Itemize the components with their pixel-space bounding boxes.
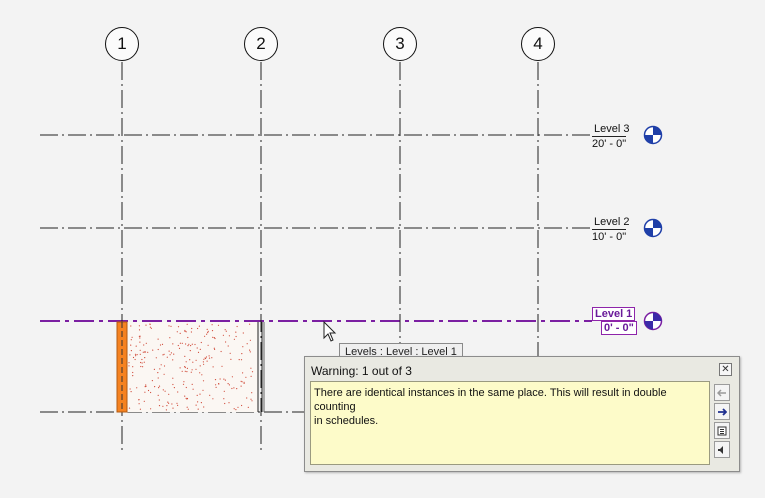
floor-region[interactable]	[127, 322, 265, 412]
level-2-marker-icon[interactable]	[643, 218, 663, 238]
show-elements-button[interactable]	[714, 422, 730, 439]
level-3-elevation[interactable]: 20' - 0"	[592, 136, 627, 150]
sound-icon	[718, 445, 723, 454]
level-1-name[interactable]: Level 1	[592, 307, 636, 321]
grid-label-2: 2	[256, 34, 266, 53]
level-2-elevation[interactable]: 10' - 0"	[592, 229, 627, 243]
next-warning-button[interactable]	[714, 403, 730, 420]
grid-bubble-1[interactable]: 1	[105, 27, 139, 61]
warning-message: There are identical instances in the sam…	[310, 381, 710, 465]
grid-label-4: 4	[533, 34, 543, 53]
grid-label-3: 3	[395, 34, 405, 53]
level-3-name[interactable]: Level 3	[594, 123, 629, 135]
grid-bubble-2[interactable]: 2	[244, 27, 278, 61]
sound-button[interactable]	[714, 441, 730, 458]
warning-message-line-2: in schedules.	[314, 415, 379, 427]
warning-toolbar	[714, 384, 732, 458]
grid-bubble-4[interactable]: 4	[521, 27, 555, 61]
previous-warning-button[interactable]	[714, 384, 730, 401]
level-3-marker-icon[interactable]	[643, 125, 663, 145]
warning-title: Warning: 1 out of 3	[311, 364, 412, 378]
level-2-name[interactable]: Level 2	[594, 216, 629, 228]
previous-arrow-icon	[717, 388, 726, 397]
warning-dialog: Warning: 1 out of 3 ✕ There are identica…	[304, 356, 740, 472]
level-1-elevation[interactable]: 0' - 0"	[601, 321, 637, 335]
grid-label-1: 1	[117, 34, 127, 53]
warning-message-line-1: There are identical instances in the sam…	[314, 387, 667, 413]
grid-bubble-3[interactable]: 3	[383, 27, 417, 61]
show-elements-icon	[717, 426, 727, 435]
level-1-marker-icon[interactable]	[643, 311, 663, 331]
close-icon[interactable]: ✕	[719, 363, 732, 376]
next-arrow-icon	[718, 407, 727, 416]
mouse-cursor-icon	[323, 320, 337, 342]
